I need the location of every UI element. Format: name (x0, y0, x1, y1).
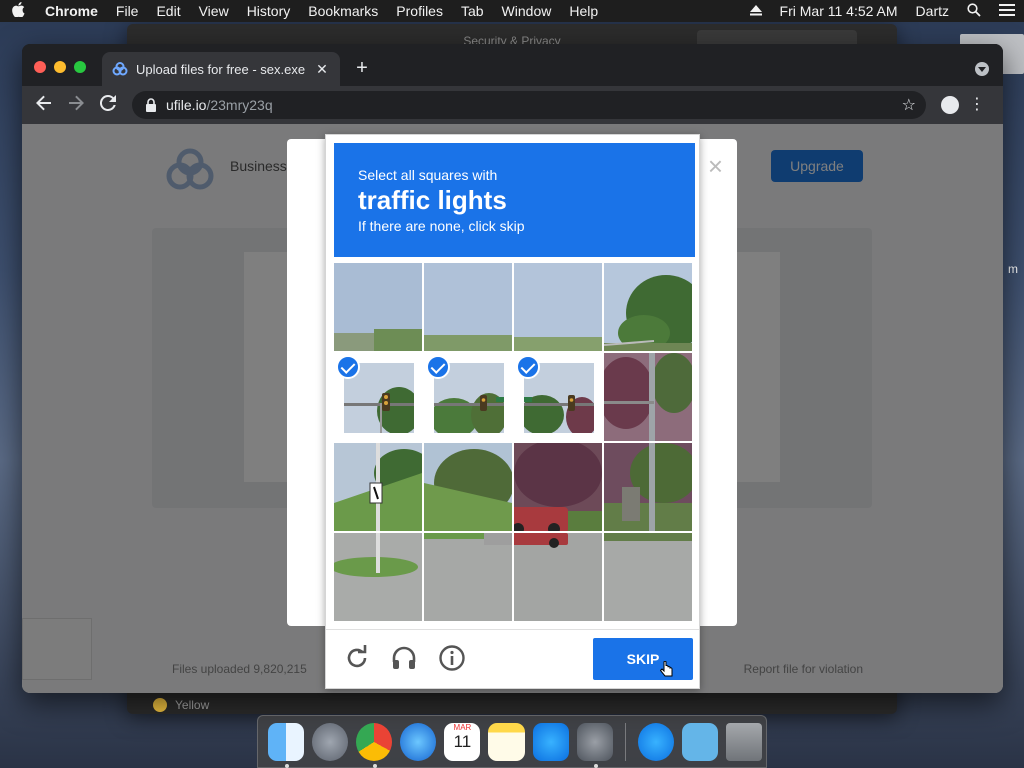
dock-notes-icon[interactable] (488, 722, 525, 761)
forward-icon[interactable] (66, 95, 86, 115)
captcha-tile-12[interactable] (604, 443, 692, 531)
menu-help[interactable]: Help (560, 3, 607, 19)
captcha-target-object: traffic lights (358, 185, 507, 215)
captcha-tile-15[interactable] (514, 533, 602, 621)
captcha-tile-10[interactable] (424, 443, 512, 531)
dock-launchpad-icon[interactable] (312, 722, 349, 761)
dock-system-preferences-icon[interactable] (576, 722, 613, 768)
audio-headphones-icon[interactable] (390, 644, 418, 672)
captcha-image-grid (334, 263, 692, 621)
selected-check-icon (426, 355, 450, 379)
calendar-day: 11 (453, 731, 472, 751)
menu-clock[interactable]: Fri Mar 11 4:52 AM (771, 3, 907, 19)
lock-icon[interactable] (144, 98, 158, 112)
address-bar[interactable]: ufile.io/23mry23q ☆ (132, 91, 926, 119)
captcha-challenge: Select all squares with traffic lights I… (325, 134, 700, 689)
dock-safari-icon[interactable] (400, 722, 437, 761)
background-window-footer: Yellow (153, 698, 209, 712)
captcha-footer: SKIP (326, 629, 699, 688)
dock-app-store-icon[interactable] (532, 722, 569, 761)
zoom-window-button[interactable] (74, 61, 86, 73)
apple-menu-icon[interactable] (0, 1, 36, 21)
captcha-tile-2[interactable] (424, 263, 512, 351)
dock-finder-icon[interactable] (268, 722, 305, 768)
menu-bookmarks[interactable]: Bookmarks (299, 3, 387, 19)
minimize-window-button[interactable] (54, 61, 66, 73)
skip-button[interactable]: SKIP (593, 638, 693, 680)
desktop-edge-text: m (1008, 262, 1018, 276)
bookmark-star-icon[interactable]: ☆ (902, 95, 916, 115)
selected-check-icon (336, 355, 360, 379)
menu-profiles[interactable]: Profiles (387, 3, 452, 19)
ufile-favicon-icon (112, 62, 128, 76)
browser-toolbar: ufile.io/23mry23q ☆ ⋮ (22, 86, 1003, 124)
reload-page-icon[interactable] (98, 94, 118, 115)
menu-bar: Chrome File Edit View History Bookmarks … (0, 0, 1024, 22)
dock-trash-icon[interactable] (725, 722, 762, 761)
menu-edit[interactable]: Edit (147, 3, 189, 19)
tab-search-button[interactable] (975, 62, 989, 76)
captcha-tile-11[interactable] (514, 443, 602, 531)
menu-view[interactable]: View (190, 3, 238, 19)
menu-history[interactable]: History (238, 3, 300, 19)
tab-close-icon[interactable]: ✕ (314, 61, 330, 78)
captcha-tile-5-selected[interactable] (334, 353, 422, 441)
captcha-tile-4[interactable] (604, 263, 692, 351)
captcha-tile-14[interactable] (424, 533, 512, 621)
yellow-dot-icon (153, 698, 167, 712)
close-window-button[interactable] (34, 61, 46, 73)
reload-icon[interactable] (343, 644, 371, 672)
spotlight-search-icon[interactable] (958, 2, 990, 20)
new-tab-button[interactable]: + (352, 58, 372, 78)
dock: MAR 11 (257, 715, 767, 768)
hand-cursor-icon (660, 661, 673, 677)
profile-avatar-icon[interactable] (941, 96, 959, 114)
captcha-instruction-small: Select all squares with (358, 167, 498, 183)
menu-file[interactable]: File (107, 3, 148, 19)
url-host: ufile.io (166, 97, 207, 113)
captcha-tile-3[interactable] (514, 263, 602, 351)
menu-user[interactable]: Dartz (907, 3, 958, 19)
captcha-tile-8[interactable] (604, 353, 692, 441)
background-footer-label: Yellow (175, 698, 210, 712)
captcha-tile-13[interactable] (334, 533, 422, 621)
control-center-icon[interactable] (990, 3, 1024, 19)
info-icon[interactable] (438, 644, 466, 672)
captcha-header: Select all squares with traffic lights I… (334, 143, 695, 257)
menu-window[interactable]: Window (493, 3, 561, 19)
selected-check-icon (516, 355, 540, 379)
dock-chrome-icon[interactable] (356, 722, 393, 768)
dock-separator (624, 722, 626, 761)
eject-icon[interactable] (741, 3, 771, 19)
tab-title: Upload files for free - sex.exe (136, 61, 306, 77)
captcha-tile-1[interactable] (334, 263, 422, 351)
tab-active[interactable]: Upload files for free - sex.exe ✕ (102, 52, 340, 86)
captcha-tile-6-selected[interactable] (424, 353, 512, 441)
window-controls (34, 61, 86, 73)
close-modal-icon[interactable]: × (708, 153, 723, 179)
menu-app-name[interactable]: Chrome (36, 3, 107, 19)
menu-tab[interactable]: Tab (452, 3, 493, 19)
dock-app-store-downloads-icon[interactable] (637, 722, 674, 761)
captcha-tile-9[interactable] (334, 443, 422, 531)
captcha-tile-7-selected[interactable] (514, 353, 602, 441)
captcha-hint: If there are none, click skip (358, 218, 525, 234)
dock-calendar-icon[interactable]: MAR 11 (444, 722, 481, 761)
calendar-month: MAR (453, 722, 472, 732)
captcha-tile-16[interactable] (604, 533, 692, 621)
back-icon[interactable] (34, 95, 54, 115)
url-path: /23mry23q (206, 97, 273, 113)
tab-strip: Upload files for free - sex.exe ✕ + (22, 44, 1003, 86)
dock-downloads-folder-icon[interactable] (681, 722, 718, 761)
chrome-menu-icon[interactable]: ⋮ (969, 95, 985, 115)
